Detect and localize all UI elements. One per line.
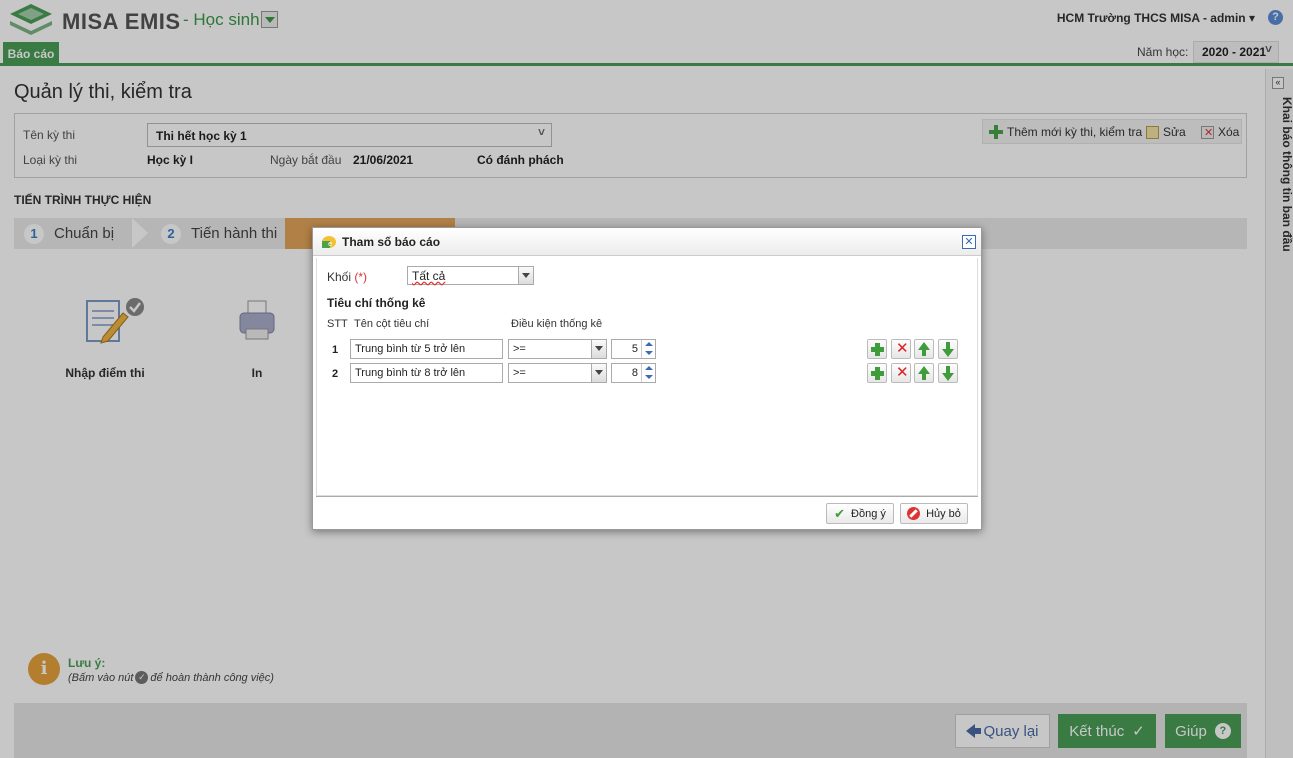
col-header-stt: STT bbox=[327, 318, 348, 330]
move-up-button[interactable] bbox=[914, 339, 934, 359]
chevron-down-icon[interactable] bbox=[591, 340, 606, 358]
grade-label: Khối (*) bbox=[327, 270, 367, 284]
condition-value-spinner[interactable]: 5 bbox=[611, 339, 656, 359]
move-down-button[interactable] bbox=[938, 339, 958, 359]
ok-label: Đồng ý bbox=[851, 507, 886, 520]
spinner-arrows-icon[interactable] bbox=[641, 340, 655, 358]
criteria-name-input[interactable]: Trung bình từ 5 trở lên bbox=[350, 339, 503, 359]
spinner-value: 5 bbox=[631, 343, 638, 355]
criteria-name-input[interactable]: Trung bình từ 8 trở lên bbox=[350, 363, 503, 383]
dialog-header: e Tham số báo cáo ✕ bbox=[313, 228, 981, 256]
dialog-footer: ✔ Đồng ý Hủy bỏ bbox=[316, 496, 978, 528]
row-stt: 2 bbox=[332, 368, 339, 380]
cancel-icon bbox=[907, 507, 921, 520]
report-icon: e bbox=[322, 236, 336, 248]
condition-value-spinner[interactable]: 8 bbox=[611, 363, 656, 383]
move-up-button[interactable] bbox=[914, 363, 934, 383]
chevron-down-icon[interactable] bbox=[591, 364, 606, 382]
delete-row-button[interactable]: ✕ bbox=[891, 363, 911, 383]
add-row-button[interactable] bbox=[867, 363, 887, 383]
svg-text:e: e bbox=[328, 240, 332, 248]
dialog-title: Tham số báo cáo bbox=[342, 235, 441, 249]
chevron-down-icon[interactable] bbox=[518, 267, 533, 284]
grade-label-text: Khối bbox=[327, 270, 352, 284]
spinner-value: 8 bbox=[631, 367, 638, 379]
condition-operator-select[interactable]: >= bbox=[508, 363, 607, 383]
grade-select-value: Tất cả bbox=[412, 269, 446, 283]
move-down-button[interactable] bbox=[938, 363, 958, 383]
report-params-dialog: e Tham số báo cáo ✕ Khối (*) Tất cả Tiêu… bbox=[312, 227, 982, 530]
grade-select[interactable]: Tất cả bbox=[407, 266, 534, 285]
cancel-button[interactable]: Hủy bỏ bbox=[900, 503, 968, 524]
spinner-arrows-icon[interactable] bbox=[641, 364, 655, 382]
dialog-body: Khối (*) Tất cả Tiêu chí thống kê STT Tê… bbox=[316, 258, 978, 496]
col-header-condition: Điều kiện thống kê bbox=[511, 318, 603, 330]
criteria-title: Tiêu chí thống kê bbox=[327, 296, 426, 310]
ok-button[interactable]: ✔ Đồng ý bbox=[826, 503, 894, 524]
check-icon: ✔ bbox=[834, 505, 846, 521]
operator-value: >= bbox=[513, 343, 526, 355]
operator-value: >= bbox=[513, 367, 526, 379]
close-icon[interactable]: ✕ bbox=[962, 235, 976, 249]
condition-operator-select[interactable]: >= bbox=[508, 339, 607, 359]
row-stt: 1 bbox=[332, 344, 339, 356]
col-header-name: Tên cột tiêu chí bbox=[354, 318, 430, 330]
required-mark: (*) bbox=[354, 270, 368, 284]
delete-row-button[interactable]: ✕ bbox=[891, 339, 911, 359]
cancel-label: Hủy bỏ bbox=[926, 507, 961, 520]
add-row-button[interactable] bbox=[867, 339, 887, 359]
